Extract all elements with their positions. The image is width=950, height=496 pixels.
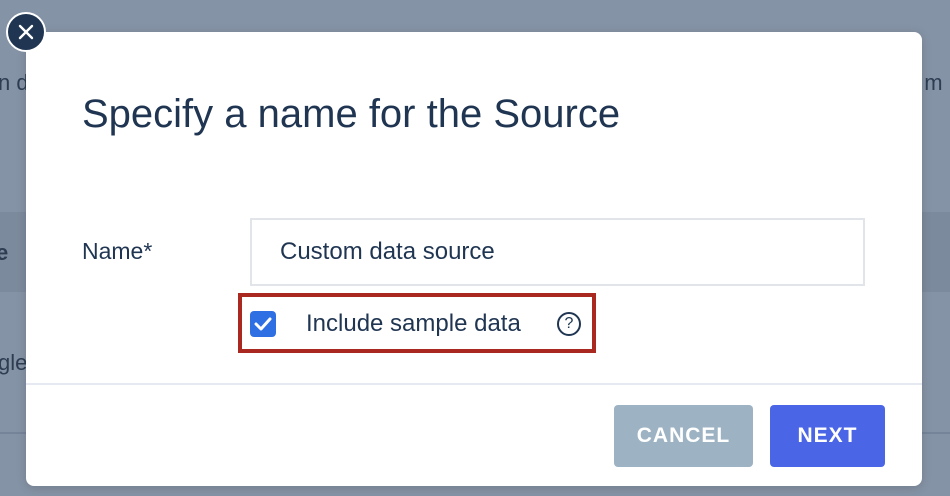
include-sample-data-label[interactable]: Include sample data (306, 310, 521, 338)
help-icon[interactable]: ? (557, 312, 581, 336)
cancel-button[interactable]: CANCEL (614, 405, 753, 467)
background-text: gle (0, 350, 28, 375)
background-text: n d (0, 70, 29, 95)
footer-divider (26, 383, 922, 385)
close-icon (18, 24, 34, 40)
close-button[interactable] (6, 12, 46, 52)
checkmark-icon (254, 317, 272, 331)
next-button[interactable]: NEXT (770, 405, 885, 467)
background-text: e (0, 240, 9, 265)
dialog-title: Specify a name for the Source (82, 92, 621, 136)
name-label: Name* (82, 238, 153, 264)
specify-source-name-dialog: Specify a name for the Source Name* Incl… (26, 32, 922, 486)
include-sample-data-checkbox[interactable] (250, 311, 276, 337)
source-name-input[interactable] (250, 218, 865, 286)
